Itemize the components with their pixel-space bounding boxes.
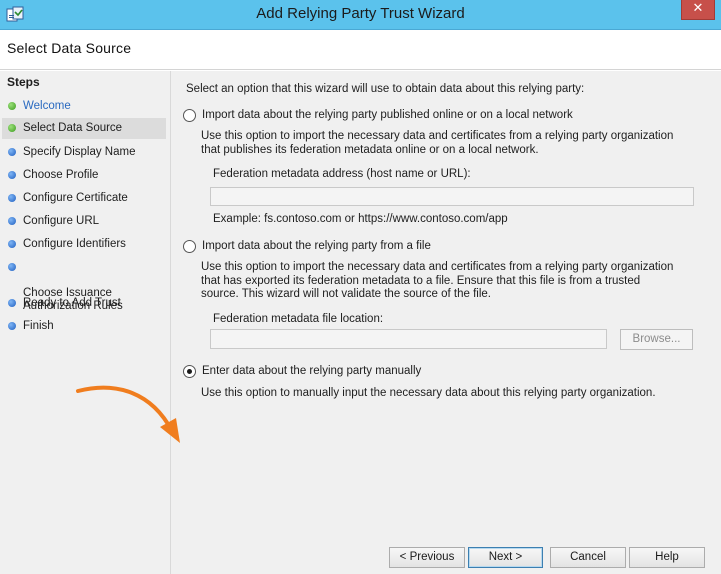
blue-dot-icon (8, 194, 16, 202)
import-file-label[interactable]: Import data about the relying party from… (202, 240, 431, 252)
steps-title: Steps (7, 75, 40, 89)
step-choose-issuance-authorization-rules[interactable]: Choose Issuance Authorization Rules (2, 259, 166, 312)
wizard-body: Steps Welcome Select Data Source Specify… (0, 71, 721, 574)
import-online-label[interactable]: Import data about the relying party publ… (202, 109, 573, 121)
import-file-description: Use this option to import the necessary … (201, 261, 674, 300)
blue-dot-icon (8, 322, 16, 330)
wizard-header: Select Data Source (0, 30, 721, 70)
steps-panel: Steps Welcome Select Data Source Specify… (0, 71, 168, 574)
browse-button[interactable]: Browse... (620, 329, 693, 350)
step-select-data-source[interactable]: Select Data Source (2, 118, 166, 139)
blue-dot-icon (8, 240, 16, 248)
blue-dot-icon (8, 148, 16, 156)
import-file-radio[interactable] (183, 240, 196, 253)
blue-dot-icon (8, 263, 16, 271)
content-panel: Select an option that this wizard will u… (173, 71, 721, 574)
step-label: Select Data Source (23, 122, 123, 134)
next-button[interactable]: Next > (468, 547, 543, 568)
green-dot-icon (8, 102, 16, 110)
enter-manually-label[interactable]: Enter data about the relying party manua… (202, 365, 421, 377)
previous-button[interactable]: < Previous (389, 547, 465, 568)
step-welcome[interactable]: Welcome (2, 98, 166, 115)
step-specify-display-name[interactable]: Specify Display Name (2, 144, 166, 161)
metadata-file-label: Federation metadata file location: (213, 313, 384, 325)
green-dot-icon (8, 124, 16, 132)
step-configure-url[interactable]: Configure URL (2, 213, 166, 230)
cancel-button[interactable]: Cancel (550, 547, 626, 568)
blue-dot-icon (8, 299, 16, 307)
page-title: Select Data Source (7, 40, 132, 56)
help-button[interactable]: Help (629, 547, 705, 568)
window-title: Add Relying Party Trust Wizard (256, 5, 465, 22)
step-configure-certificate[interactable]: Configure Certificate (2, 190, 166, 207)
step-ready-to-add-trust[interactable]: Ready to Add Trust (2, 295, 166, 312)
import-online-radio[interactable] (183, 109, 196, 122)
step-label: Configure URL (23, 215, 100, 227)
panel-divider (170, 71, 171, 574)
step-label: Specify Display Name (23, 146, 136, 158)
import-online-description: Use this option to import the necessary … (201, 130, 674, 156)
blue-dot-icon (8, 217, 16, 225)
enter-manually-radio[interactable] (183, 365, 196, 378)
step-label: Finish (23, 320, 54, 332)
metadata-address-example: Example: fs.contoso.com or https://www.c… (213, 213, 508, 225)
title-bar: Add Relying Party Trust Wizard ✕ (0, 0, 721, 30)
metadata-file-input[interactable] (210, 329, 607, 349)
metadata-address-label: Federation metadata address (host name o… (213, 168, 471, 180)
close-button[interactable]: ✕ (681, 0, 715, 20)
step-label: Configure Identifiers (23, 238, 126, 250)
step-choose-profile[interactable]: Choose Profile (2, 167, 166, 184)
step-finish[interactable]: Finish (2, 318, 166, 335)
step-label: Welcome (23, 100, 71, 112)
step-configure-identifiers[interactable]: Configure Identifiers (2, 236, 166, 253)
step-label: Choose Profile (23, 169, 99, 181)
step-label: Configure Certificate (23, 192, 128, 204)
metadata-address-input[interactable] (210, 187, 694, 206)
step-label: Ready to Add Trust (23, 297, 121, 309)
orange-arrow-icon (76, 385, 180, 443)
enter-manually-description: Use this option to manually input the ne… (201, 387, 656, 399)
blue-dot-icon (8, 171, 16, 179)
intro-text: Select an option that this wizard will u… (186, 83, 585, 95)
